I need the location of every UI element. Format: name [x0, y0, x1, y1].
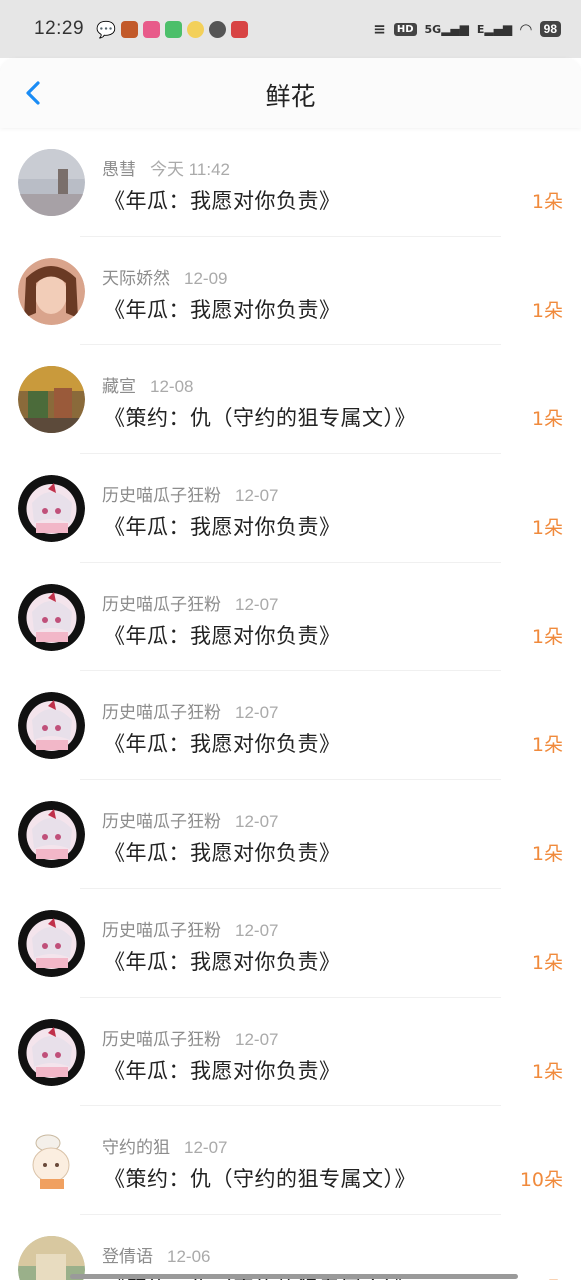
- flower-count: 1朵: [531, 1060, 563, 1083]
- item-meta: 历史喵瓜子狂粉 12-07: [102, 698, 278, 723]
- flower-count: 1朵: [531, 191, 563, 213]
- user-name[interactable]: 历史喵瓜子狂粉: [102, 703, 221, 723]
- list-item[interactable]: 登倩语12-06《策约：仇（守约的狙专属文）》1朵: [0, 1215, 581, 1280]
- book-title[interactable]: 《年瓜：我愿对你负责》: [104, 511, 341, 541]
- item-date: 12-07: [235, 703, 279, 723]
- book-title[interactable]: 《年瓜：我愿对你负责》: [104, 1055, 341, 1085]
- book-title[interactable]: 《年瓜：我愿对你负责》: [104, 946, 341, 976]
- book-title[interactable]: 《年瓜：我愿对你负责》: [104, 728, 341, 758]
- avatar[interactable]: [18, 1127, 85, 1195]
- item-meta: 历史喵瓜子狂粉 12-07: [102, 481, 278, 506]
- list-item[interactable]: 历史喵瓜子狂粉 12-07 《年瓜：我愿对你负责》 1朵: [0, 780, 581, 889]
- character-app-icon: [186, 20, 204, 38]
- item-meta: 历史喵瓜子狂粉 12-07: [102, 807, 278, 832]
- flag-app-icon: [230, 20, 248, 38]
- item-meta: 历史喵瓜子狂粉 12-07: [102, 916, 278, 941]
- user-name[interactable]: 历史喵瓜子狂粉: [102, 1030, 221, 1050]
- book-title[interactable]: 《年瓜：我愿对你负责》: [104, 620, 341, 650]
- item-date: 12-07: [235, 486, 279, 506]
- list-item[interactable]: 历史喵瓜子狂粉 12-07 《年瓜：我愿对你负责》 1朵: [0, 454, 581, 563]
- user-name[interactable]: 守约的狙: [102, 1138, 170, 1158]
- flower-count: 1朵: [531, 734, 563, 757]
- list-item[interactable]: 愚彗 今天 11:42 《年瓜：我愿对你负责》 1朵: [0, 128, 581, 237]
- avatar[interactable]: [18, 366, 85, 434]
- avatar[interactable]: [18, 475, 85, 543]
- item-date: 12-07: [235, 1029, 279, 1049]
- item-date: 12-07: [235, 920, 279, 940]
- item-date: 12-07: [235, 594, 279, 614]
- list-item[interactable]: 历史喵瓜子狂粉 12-07 《年瓜：我愿对你负责》 1朵: [0, 889, 581, 998]
- wechat-icon: 💬: [96, 19, 116, 39]
- book-title[interactable]: 《策约：仇（守约的狙专属文）》: [104, 1163, 416, 1193]
- signal-e-icon: E▂▄▆: [476, 22, 513, 36]
- play-app-icon: [164, 20, 182, 38]
- flower-count: 1朵: [531, 299, 563, 322]
- list-item[interactable]: 历史喵瓜子狂粉 12-07 《年瓜：我愿对你负责》 1朵: [0, 998, 581, 1107]
- item-date: 今天 11:42: [150, 160, 231, 179]
- user-name[interactable]: 历史喵瓜子狂粉: [102, 812, 221, 832]
- navigation-bar: 鲜花: [0, 58, 581, 128]
- item-date: 12-09: [184, 268, 228, 288]
- user-name[interactable]: 愚彗: [102, 160, 136, 180]
- user-name[interactable]: 登倩语: [102, 1247, 153, 1267]
- list-item[interactable]: 历史喵瓜子狂粉 12-07 《年瓜：我愿对你负责》 1朵: [0, 563, 581, 672]
- user-name[interactable]: 天际娇然: [102, 269, 170, 289]
- video-app-icon: [142, 20, 160, 38]
- hd-icon: HD: [393, 22, 417, 36]
- pinwheel-app-icon: [208, 20, 226, 38]
- flower-list: 愚彗 今天 11:42 《年瓜：我愿对你负责》 1朵 天际娇然 12-09 《年瓜：我愿对你…: [0, 128, 581, 1280]
- avatar[interactable]: [18, 583, 85, 651]
- list-item[interactable]: 天际娇然 12-09 《年瓜：我愿对你负责》 1朵: [0, 237, 581, 346]
- avatar[interactable]: [18, 801, 85, 869]
- game-app-icon: [120, 20, 138, 38]
- flower-count: 1朵: [532, 1274, 563, 1280]
- notification-icons: 💬: [96, 20, 248, 39]
- item-meta: 天际娇然 12-09: [102, 264, 227, 289]
- page-title: 鲜花: [265, 82, 316, 111]
- home-indicator[interactable]: [70, 1274, 518, 1279]
- flower-count: 1朵: [531, 843, 563, 866]
- signal-5g-icon: 5G▂▄▆: [424, 22, 469, 36]
- back-button[interactable]: [18, 76, 52, 110]
- item-date: 12-07: [184, 1138, 228, 1158]
- battery-icon: 98: [539, 21, 561, 37]
- item-meta: 历史喵瓜子狂粉 12-07: [102, 1025, 278, 1050]
- flower-count: 1朵: [531, 951, 563, 974]
- user-name[interactable]: 历史喵瓜子狂粉: [102, 921, 221, 941]
- avatar[interactable]: [18, 1018, 85, 1086]
- list-item[interactable]: 历史喵瓜子狂粉 12-07 《年瓜：我愿对你负责》 1朵: [0, 671, 581, 781]
- chevron-left-icon: [26, 81, 40, 105]
- user-name[interactable]: 历史喵瓜子狂粉: [102, 595, 221, 615]
- book-title[interactable]: 《年瓜：我愿对你负责》: [104, 185, 341, 215]
- book-title[interactable]: 《年瓜：我愿对你负责》: [104, 837, 341, 867]
- system-icons: ≡ HD 5G▂▄▆ E▂▄▆ ◠ 98: [373, 20, 561, 38]
- item-meta: 守约的狙 12-07: [102, 1133, 227, 1158]
- flower-count: 1朵: [531, 408, 563, 431]
- item-date: 12-07: [235, 812, 279, 832]
- avatar[interactable]: [18, 149, 85, 216]
- vibrate-icon: ≡: [373, 20, 386, 38]
- status-bar: 12:29 💬 ≡ HD 5G▂▄▆ E▂▄▆ ◠ 98: [0, 0, 581, 58]
- book-title[interactable]: 《策约：仇（守约的狙专属文）》: [104, 402, 416, 432]
- item-meta: 藏宣 12-08: [102, 372, 193, 397]
- item-meta: 登倩语 12-06: [102, 1242, 210, 1267]
- flower-count: 1朵: [531, 625, 563, 648]
- list-item[interactable]: 守约的狙 12-07 《策约：仇（守约的狙专属文）》 10朵: [0, 1106, 581, 1215]
- item-meta: 愚彗 今天 11:42: [102, 155, 230, 180]
- item-date: 12-06: [167, 1246, 211, 1266]
- user-name[interactable]: 藏宣: [102, 377, 136, 397]
- wifi-icon: ◠: [520, 20, 532, 38]
- item-date: 12-08: [150, 377, 194, 397]
- flower-count: 1朵: [531, 517, 563, 540]
- status-time: 12:29: [34, 18, 85, 39]
- list-item[interactable]: 藏宣 12-08 《策约：仇（守约的狙专属文）》 1朵: [0, 345, 581, 455]
- book-title[interactable]: 《年瓜：我愿对你负责》: [104, 294, 341, 324]
- item-meta: 历史喵瓜子狂粉 12-07: [102, 590, 278, 615]
- user-name[interactable]: 历史喵瓜子狂粉: [102, 486, 221, 506]
- avatar[interactable]: [18, 909, 85, 977]
- avatar[interactable]: [18, 257, 85, 325]
- flower-count: 10朵: [519, 1169, 563, 1192]
- avatar[interactable]: [18, 692, 85, 760]
